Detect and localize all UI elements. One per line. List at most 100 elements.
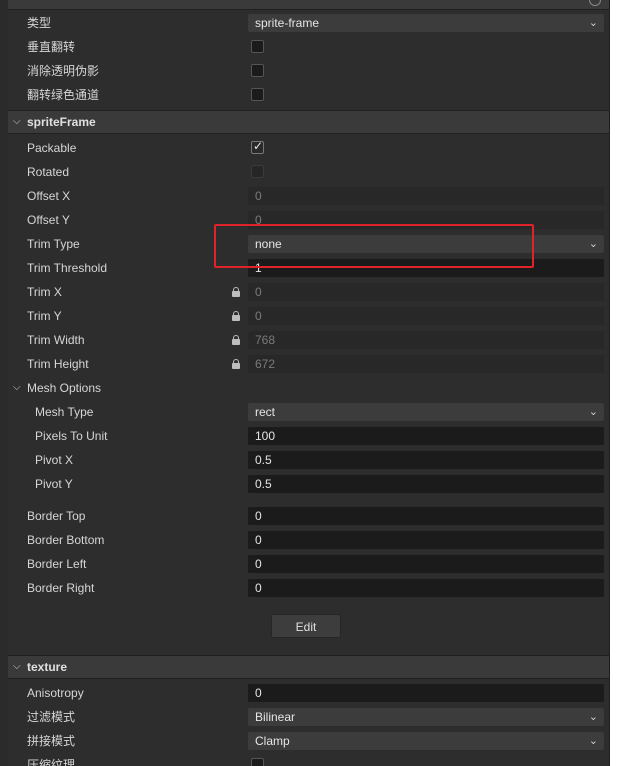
- lock-icon: [232, 287, 240, 297]
- mesh-type-row: Mesh Type rect ⌄: [8, 400, 609, 424]
- trim-width-field: 768: [248, 331, 604, 349]
- border-right-field[interactable]: 0: [248, 579, 604, 597]
- flip-vertical-label: 垂直翻转: [27, 40, 76, 54]
- mesh-type-select[interactable]: rect ⌄: [248, 403, 604, 421]
- trim-x-label: Trim X: [27, 285, 62, 299]
- border-top-row: Border Top 0: [8, 504, 609, 528]
- anisotropy-label: Anisotropy: [27, 686, 84, 700]
- highlight-annotation: [214, 224, 534, 268]
- trim-y-row: Trim Y 0: [8, 304, 609, 328]
- border-right-row: Border Right 0: [8, 576, 609, 600]
- border-left-field[interactable]: 0: [248, 555, 604, 573]
- remove-alpha-label: 消除透明伪影: [27, 64, 100, 78]
- lock-icon: [232, 359, 240, 369]
- packable-row: Packable ✓: [8, 136, 609, 160]
- trim-y-field: 0: [248, 307, 604, 325]
- packable-label: Packable: [27, 141, 77, 155]
- compress-texture-checkbox[interactable]: [251, 758, 264, 766]
- flip-vertical-checkbox[interactable]: [251, 40, 264, 53]
- wrap-mode-value: Clamp: [255, 734, 290, 748]
- mesh-type-label: Mesh Type: [35, 405, 94, 419]
- header-cutoff: [8, 0, 609, 10]
- compress-texture-row: 压缩纹理: [8, 753, 609, 766]
- chevron-down-icon: ⌄: [588, 735, 598, 747]
- trim-width-row: Trim Width 768: [8, 328, 609, 352]
- chevron-down-icon: ⌵: [13, 661, 21, 672]
- border-top-field[interactable]: 0: [248, 507, 604, 525]
- spriteframe-section-header[interactable]: ⌵ spriteFrame: [8, 110, 609, 134]
- wrap-mode-select[interactable]: Clamp ⌄: [248, 732, 604, 750]
- pixels-to-unit-row: Pixels To Unit 100: [8, 424, 609, 448]
- trim-type-label: Trim Type: [27, 237, 80, 251]
- rotated-label: Rotated: [27, 165, 70, 179]
- type-row: 类型 sprite-frame ⌄: [8, 11, 609, 35]
- chevron-down-icon: ⌵: [13, 382, 21, 393]
- border-left-label: Border Left: [27, 557, 87, 571]
- pivot-x-field[interactable]: 0.5: [248, 451, 604, 469]
- compress-texture-label: 压缩纹理: [27, 758, 76, 766]
- pivot-x-row: Pivot X 0.5: [8, 448, 609, 472]
- border-bottom-field[interactable]: 0: [248, 531, 604, 549]
- flip-green-checkbox[interactable]: [251, 88, 264, 101]
- chevron-down-icon: ⌵: [13, 116, 21, 127]
- border-bottom-label: Border Bottom: [27, 533, 105, 547]
- border-left-row: Border Left 0: [8, 552, 609, 576]
- offset-x-row: Offset X 0: [8, 184, 609, 208]
- wrap-mode-label: 拼接模式: [27, 734, 76, 748]
- border-right-label: Border Right: [27, 581, 95, 595]
- pixels-to-unit-label: Pixels To Unit: [35, 429, 108, 443]
- mesh-options-label: Mesh Options: [27, 381, 102, 395]
- anisotropy-row: Anisotropy 0: [8, 681, 609, 705]
- chevron-down-icon: ⌄: [588, 17, 598, 29]
- filter-mode-row: 过滤模式 Bilinear ⌄: [8, 705, 609, 729]
- packable-checkbox[interactable]: ✓: [251, 139, 264, 154]
- chevron-down-icon: ⌄: [588, 711, 598, 723]
- chevron-down-icon: ⌄: [588, 238, 598, 250]
- offset-y-label: Offset Y: [27, 213, 70, 227]
- mesh-options-group[interactable]: ⌵ Mesh Options: [8, 376, 609, 400]
- check-icon: ✓: [253, 139, 264, 153]
- trim-x-row: Trim X 0: [8, 280, 609, 304]
- chevron-down-icon: ⌄: [588, 406, 598, 418]
- anisotropy-field[interactable]: 0: [248, 684, 604, 702]
- border-bottom-row: Border Bottom 0: [8, 528, 609, 552]
- trim-width-label: Trim Width: [27, 333, 85, 347]
- pivot-y-field[interactable]: 0.5: [248, 475, 604, 493]
- wrap-mode-row: 拼接模式 Clamp ⌄: [8, 729, 609, 753]
- lock-icon: [232, 311, 240, 321]
- trim-height-label: Trim Height: [27, 357, 89, 371]
- filter-mode-label: 过滤模式: [27, 710, 76, 724]
- type-label: 类型: [27, 16, 52, 30]
- texture-title: texture: [27, 660, 68, 674]
- offset-x-field: 0: [248, 187, 604, 205]
- pixels-to-unit-field[interactable]: 100: [248, 427, 604, 445]
- edit-button[interactable]: Edit: [271, 614, 341, 638]
- filter-mode-value: Bilinear: [255, 710, 296, 724]
- border-top-label: Border Top: [27, 509, 86, 523]
- type-value: sprite-frame: [255, 16, 320, 30]
- flip-green-row: 翻转绿色通道: [8, 83, 609, 107]
- flip-vertical-row: 垂直翻转: [8, 35, 609, 59]
- mesh-type-value: rect: [255, 405, 276, 419]
- lock-icon: [232, 335, 240, 345]
- pivot-x-label: Pivot X: [35, 453, 74, 467]
- trim-height-field: 672: [248, 355, 604, 373]
- offset-x-label: Offset X: [27, 189, 71, 203]
- rotated-row: Rotated: [8, 160, 609, 184]
- inspector-panel: 类型 sprite-frame ⌄ 垂直翻转 消除透明伪影 翻转绿色通道 ⌵ sp…: [8, 0, 610, 766]
- pivot-y-row: Pivot Y 0.5: [8, 472, 609, 496]
- spriteframe-title: spriteFrame: [27, 115, 96, 129]
- texture-section-header[interactable]: ⌵ texture: [8, 655, 609, 679]
- filter-mode-select[interactable]: Bilinear ⌄: [248, 708, 604, 726]
- type-select[interactable]: sprite-frame ⌄: [248, 14, 604, 32]
- trim-x-field: 0: [248, 283, 604, 301]
- rotated-checkbox: [251, 165, 264, 178]
- remove-alpha-row: 消除透明伪影: [8, 59, 609, 83]
- trim-height-row: Trim Height 672: [8, 352, 609, 376]
- help-icon[interactable]: [589, 0, 601, 6]
- flip-green-label: 翻转绿色通道: [27, 88, 100, 102]
- remove-alpha-checkbox[interactable]: [251, 64, 264, 77]
- pivot-y-label: Pivot Y: [35, 477, 73, 491]
- trim-y-label: Trim Y: [27, 309, 62, 323]
- trim-threshold-label: Trim Threshold: [27, 261, 108, 275]
